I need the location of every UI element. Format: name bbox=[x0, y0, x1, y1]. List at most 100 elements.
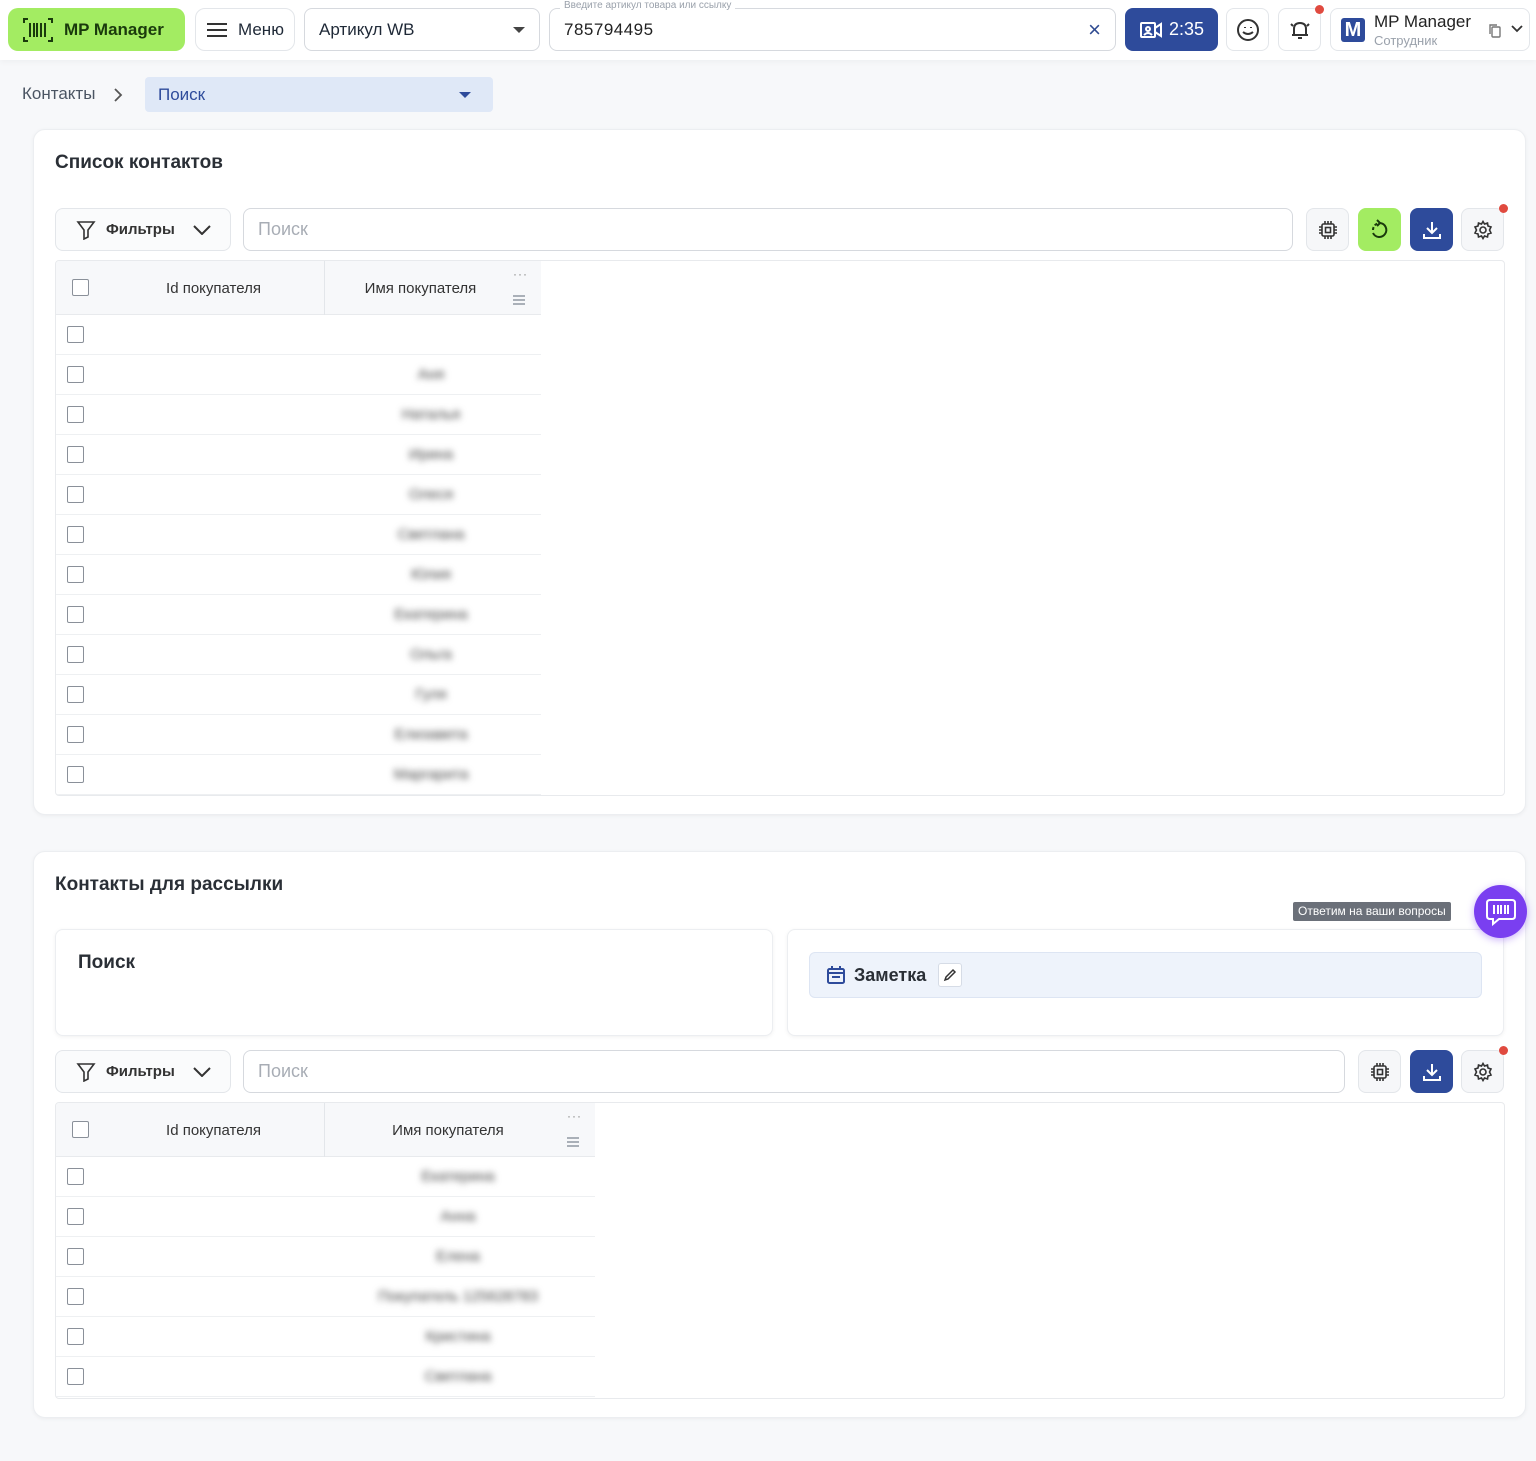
table-row[interactable]: Светлана bbox=[56, 515, 541, 555]
select-all-checkbox[interactable] bbox=[72, 1121, 89, 1138]
article-type-select[interactable]: Артикул WB bbox=[304, 8, 540, 51]
row-checkbox[interactable] bbox=[67, 326, 84, 343]
download-button[interactable] bbox=[1410, 208, 1453, 251]
table-header: Id покупателя Имя покупателя ··· bbox=[56, 261, 541, 315]
row-checkbox[interactable] bbox=[67, 606, 84, 623]
drag-handle-icon[interactable] bbox=[567, 1137, 579, 1149]
emoji-button[interactable] bbox=[1226, 8, 1269, 51]
search-card-title: Поиск bbox=[78, 952, 136, 973]
customer-name: Наталья bbox=[401, 406, 461, 423]
filters-button[interactable]: Фильтры bbox=[55, 208, 231, 251]
notifications-button[interactable] bbox=[1278, 8, 1321, 51]
table-row[interactable]: Аня bbox=[56, 355, 541, 395]
download-icon bbox=[1422, 221, 1441, 239]
table-row[interactable]: Елена bbox=[56, 1237, 595, 1277]
filters-button[interactable]: Фильтры bbox=[55, 1050, 231, 1093]
row-checkbox[interactable] bbox=[67, 1328, 84, 1345]
customer-name: Елизавета bbox=[394, 726, 468, 743]
row-checkbox[interactable] bbox=[67, 566, 84, 583]
row-checkbox[interactable] bbox=[67, 726, 84, 743]
breadcrumb-section-select[interactable]: Поиск bbox=[145, 77, 493, 112]
column-header-name[interactable]: Имя покупателя bbox=[324, 261, 517, 315]
download-icon bbox=[1422, 1063, 1441, 1081]
note-card: Заметка bbox=[787, 929, 1504, 1036]
chevron-down-icon[interactable] bbox=[1511, 25, 1523, 33]
search-info-card: Поиск bbox=[55, 929, 773, 1036]
table-row[interactable]: Светлана bbox=[56, 1357, 595, 1397]
row-checkbox[interactable] bbox=[67, 1168, 84, 1185]
table-row[interactable]: Юлия bbox=[56, 555, 541, 595]
video-camera-icon bbox=[1139, 21, 1162, 38]
clear-icon[interactable]: × bbox=[1088, 17, 1101, 43]
article-search-field[interactable]: Введите артикул товара или ссылку 785794… bbox=[549, 0, 1116, 51]
column-header-id[interactable]: Id покупателя bbox=[106, 1103, 321, 1157]
columns-settings-button[interactable] bbox=[1358, 1050, 1401, 1093]
columns-settings-button[interactable] bbox=[1306, 208, 1349, 251]
select-all-checkbox[interactable] bbox=[72, 279, 89, 296]
column-header-name[interactable]: Имя покупателя bbox=[324, 1103, 572, 1157]
row-checkbox[interactable] bbox=[67, 406, 84, 423]
video-call-button[interactable]: 2:35 bbox=[1125, 8, 1218, 51]
customer-name: Екатерина bbox=[394, 606, 468, 623]
search-input[interactable]: Поиск bbox=[243, 208, 1293, 251]
settings-button[interactable] bbox=[1461, 208, 1504, 251]
table-row[interactable]: Анна bbox=[56, 1197, 595, 1237]
table-row[interactable]: Олеся bbox=[56, 475, 541, 515]
copy-icon[interactable] bbox=[1488, 23, 1502, 39]
table-row[interactable]: Екатерина bbox=[56, 1157, 595, 1197]
row-checkbox[interactable] bbox=[67, 526, 84, 543]
caret-down-icon bbox=[459, 91, 471, 98]
top-bar: MP Manager Меню Артикул WB Введите артик… bbox=[0, 0, 1536, 60]
menu-button[interactable]: Меню bbox=[195, 8, 295, 51]
row-checkbox[interactable] bbox=[67, 1288, 84, 1305]
row-checkbox[interactable] bbox=[67, 646, 84, 663]
refresh-button[interactable] bbox=[1358, 208, 1401, 251]
row-checkbox[interactable] bbox=[67, 766, 84, 783]
table-row[interactable]: Ольга bbox=[56, 635, 541, 675]
table-row[interactable]: Маргарита bbox=[56, 755, 541, 795]
table-row[interactable]: Екатерина bbox=[56, 595, 541, 635]
table-row[interactable]: Ирина bbox=[56, 435, 541, 475]
row-checkbox[interactable] bbox=[67, 366, 84, 383]
table-row[interactable]: Елизавета bbox=[56, 715, 541, 755]
table-row[interactable] bbox=[56, 315, 541, 355]
search-input[interactable]: Поиск bbox=[243, 1050, 1345, 1093]
row-checkbox[interactable] bbox=[67, 1208, 84, 1225]
customer-name: Анна bbox=[440, 1208, 476, 1225]
settings-button[interactable] bbox=[1461, 1050, 1504, 1093]
column-menu-icon[interactable]: ··· bbox=[567, 1109, 582, 1123]
brand-logo-button[interactable]: MP Manager bbox=[8, 8, 185, 51]
support-chat-button[interactable] bbox=[1474, 885, 1527, 938]
customer-name: Светлана bbox=[424, 1368, 492, 1385]
edit-note-button[interactable] bbox=[938, 963, 963, 987]
notification-dot bbox=[1315, 5, 1324, 14]
customer-name: Юлия bbox=[411, 566, 451, 583]
table-row[interactable]: Наталья bbox=[56, 395, 541, 435]
row-checkbox[interactable] bbox=[67, 446, 84, 463]
filters-label: Фильтры bbox=[106, 221, 175, 238]
row-checkbox[interactable] bbox=[67, 686, 84, 703]
column-header-id[interactable]: Id покупателя bbox=[106, 261, 321, 315]
breadcrumb-contacts-link[interactable]: Контакты bbox=[22, 84, 95, 104]
drag-handle-icon[interactable] bbox=[513, 295, 525, 307]
filters-label: Фильтры bbox=[106, 1063, 175, 1080]
table-row[interactable]: Покупатель 125628783 bbox=[56, 1277, 595, 1317]
user-profile-menu[interactable]: M MP Manager Сотрудник bbox=[1330, 8, 1530, 51]
article-input-value[interactable]: 785794495 bbox=[564, 20, 654, 40]
chevron-down-icon bbox=[193, 1066, 211, 1077]
table-row[interactable]: Кристина bbox=[56, 1317, 595, 1357]
column-menu-icon[interactable]: ··· bbox=[513, 267, 528, 281]
customer-name: Олеся bbox=[408, 486, 454, 503]
customer-name: Покупатель 125628783 bbox=[378, 1288, 538, 1305]
table-row[interactable]: Гуля bbox=[56, 675, 541, 715]
row-checkbox[interactable] bbox=[67, 486, 84, 503]
chip-icon bbox=[1370, 1062, 1389, 1081]
menu-label: Меню bbox=[238, 19, 284, 39]
caret-down-icon bbox=[513, 26, 525, 33]
download-button[interactable] bbox=[1410, 1050, 1453, 1093]
row-checkbox[interactable] bbox=[67, 1248, 84, 1265]
gear-icon bbox=[1473, 219, 1492, 240]
customer-name: Маргарита bbox=[393, 766, 469, 783]
note-field[interactable]: Заметка bbox=[809, 952, 1482, 998]
row-checkbox[interactable] bbox=[67, 1368, 84, 1385]
